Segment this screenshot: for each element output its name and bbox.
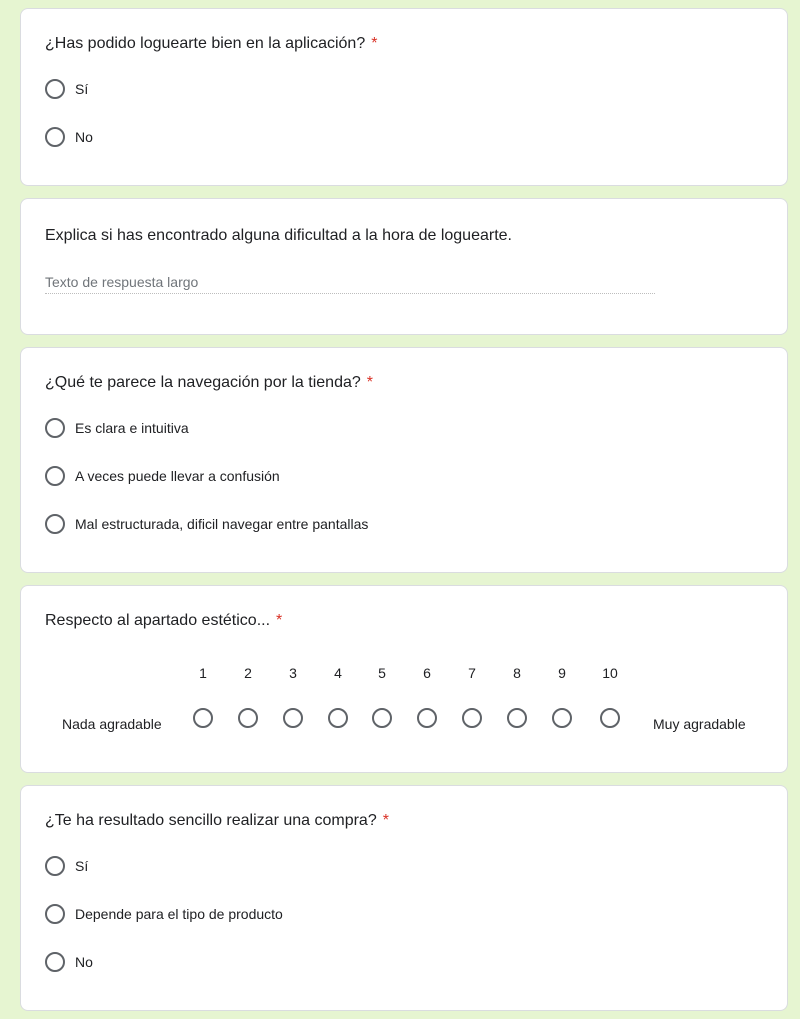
option-si[interactable]: Sí: [45, 856, 88, 876]
question-title: Explica si has encontrado alguna dificul…: [45, 227, 512, 244]
option-label: Sí: [75, 858, 89, 874]
option-label: Mal estructurada, dificil navegar entre …: [75, 516, 369, 532]
radio-button[interactable]: [45, 466, 65, 486]
option-label: No: [75, 954, 93, 970]
scale-number-9: 9: [558, 665, 566, 681]
question-card-purchase: ¿Te ha resultado sencillo realizar una c…: [20, 785, 788, 1011]
radio-button[interactable]: [45, 514, 65, 534]
required-asterisk: *: [382, 812, 389, 829]
scale-radio-9[interactable]: [552, 708, 572, 728]
option-mal-estructurada[interactable]: Mal estructurada, dificil navegar entre …: [45, 514, 368, 534]
scale-number-8: 8: [513, 665, 521, 681]
question-card-login: ¿Has podido loguearte bien en la aplicac…: [20, 8, 788, 186]
question-card-aesthetic: Respecto al apartado estético... * Nada a…: [20, 585, 788, 773]
scale-number-4: 4: [334, 665, 342, 681]
option-label: A veces puede llevar a confusión: [75, 468, 280, 484]
radio-button[interactable]: [45, 856, 65, 876]
option-label: Depende para el tipo de producto: [75, 906, 283, 922]
scale-radio-7[interactable]: [462, 708, 482, 728]
scale-number-6: 6: [423, 665, 431, 681]
option-depende[interactable]: Depende para el tipo de producto: [45, 904, 283, 924]
option-no[interactable]: No: [45, 127, 93, 147]
option-no[interactable]: No: [45, 952, 93, 972]
required-asterisk: *: [366, 374, 373, 391]
scale-max-label: Muy agradable: [653, 716, 746, 732]
radio-button[interactable]: [45, 127, 65, 147]
scale-radio-8[interactable]: [507, 708, 527, 728]
long-answer-input[interactable]: [45, 271, 655, 294]
scale-radio-2[interactable]: [238, 708, 258, 728]
option-clara[interactable]: Es clara e intuitiva: [45, 418, 189, 438]
required-asterisk: *: [371, 35, 378, 52]
question-title: ¿Qué te parece la navegación por la tien…: [45, 374, 373, 391]
scale-min-label: Nada agradable: [62, 716, 162, 732]
scale-number-3: 3: [289, 665, 297, 681]
option-label: Es clara e intuitiva: [75, 420, 189, 436]
radio-button[interactable]: [45, 952, 65, 972]
scale-radio-1[interactable]: [193, 708, 213, 728]
scale-number-5: 5: [378, 665, 386, 681]
question-card-difficulty: Explica si has encontrado alguna dificul…: [20, 198, 788, 335]
scale-number-2: 2: [244, 665, 252, 681]
question-title: ¿Te ha resultado sencillo realizar una c…: [45, 812, 389, 829]
scale-radio-4[interactable]: [328, 708, 348, 728]
option-label: No: [75, 129, 93, 145]
scale-number-10: 10: [602, 665, 618, 681]
question-title: ¿Has podido loguearte bien en la aplicac…: [45, 35, 378, 52]
question-card-navigation: ¿Qué te parece la navegación por la tien…: [20, 347, 788, 573]
option-si[interactable]: Sí: [45, 79, 88, 99]
radio-button[interactable]: [45, 418, 65, 438]
option-confusion[interactable]: A veces puede llevar a confusión: [45, 466, 280, 486]
scale-radio-3[interactable]: [283, 708, 303, 728]
option-label: Sí: [75, 81, 89, 97]
scale-radio-5[interactable]: [372, 708, 392, 728]
scale-radio-6[interactable]: [417, 708, 437, 728]
question-title: Respecto al apartado estético... *: [45, 612, 283, 629]
scale-number-1: 1: [199, 665, 207, 681]
radio-button[interactable]: [45, 79, 65, 99]
scale-number-7: 7: [468, 665, 476, 681]
scale-radio-10[interactable]: [600, 708, 620, 728]
required-asterisk: *: [276, 612, 283, 629]
radio-button[interactable]: [45, 904, 65, 924]
